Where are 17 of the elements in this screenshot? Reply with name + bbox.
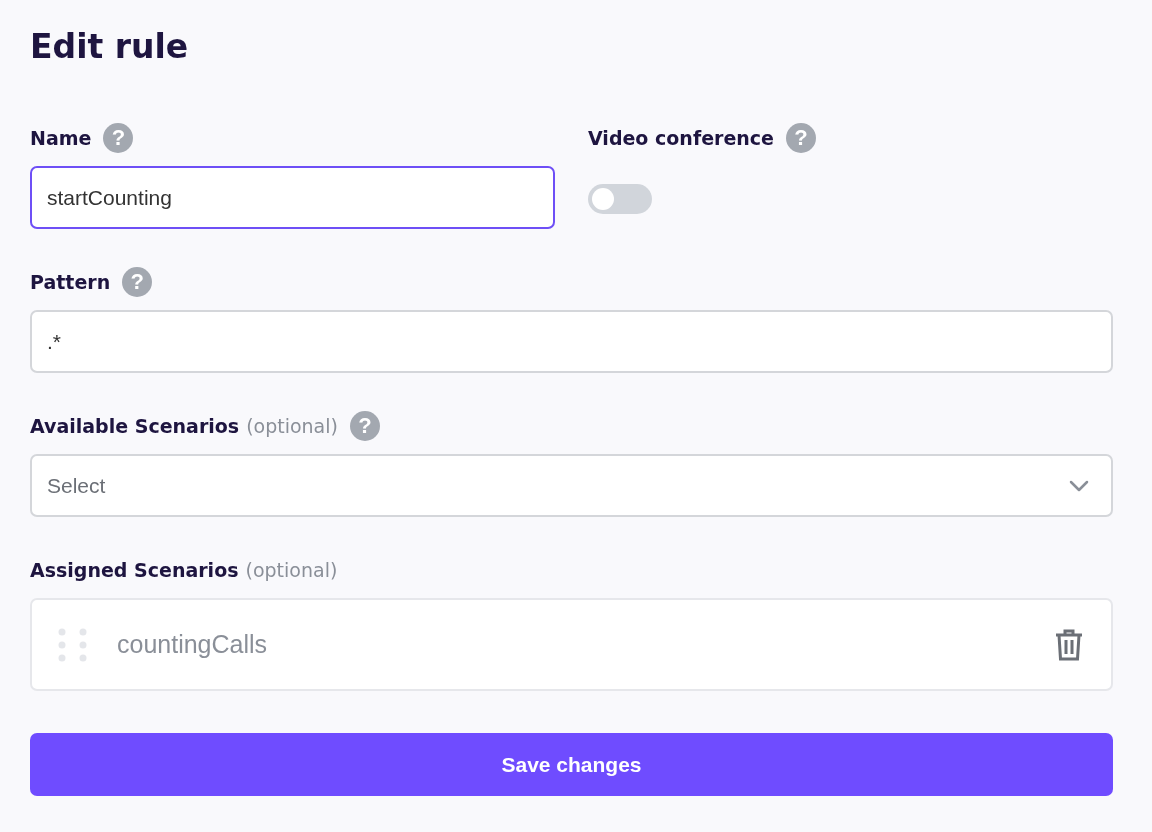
drag-handle-icon[interactable] <box>58 627 88 662</box>
field-label: Pattern <box>30 271 111 293</box>
field-label: Assigned Scenarios <box>30 559 239 581</box>
field-label: Available Scenarios <box>30 415 240 437</box>
optional-note: (optional) <box>245 559 338 581</box>
scenario-name: countingCalls <box>117 630 269 659</box>
toggle-switch[interactable] <box>588 184 652 214</box>
chevron-down-icon <box>1069 479 1089 492</box>
optional-note: (optional) <box>246 415 338 437</box>
page-title: Edit rule <box>30 26 190 68</box>
field-label: Name <box>30 127 92 149</box>
trash-icon[interactable] <box>1055 628 1083 661</box>
field-label: Video conference <box>588 127 774 149</box>
save-button[interactable]: Save changes <box>30 733 1113 796</box>
scenario-select[interactable]: Select <box>30 454 1113 517</box>
pattern-input[interactable]: .* <box>30 310 1113 373</box>
name-input[interactable]: startCounting <box>30 166 555 229</box>
